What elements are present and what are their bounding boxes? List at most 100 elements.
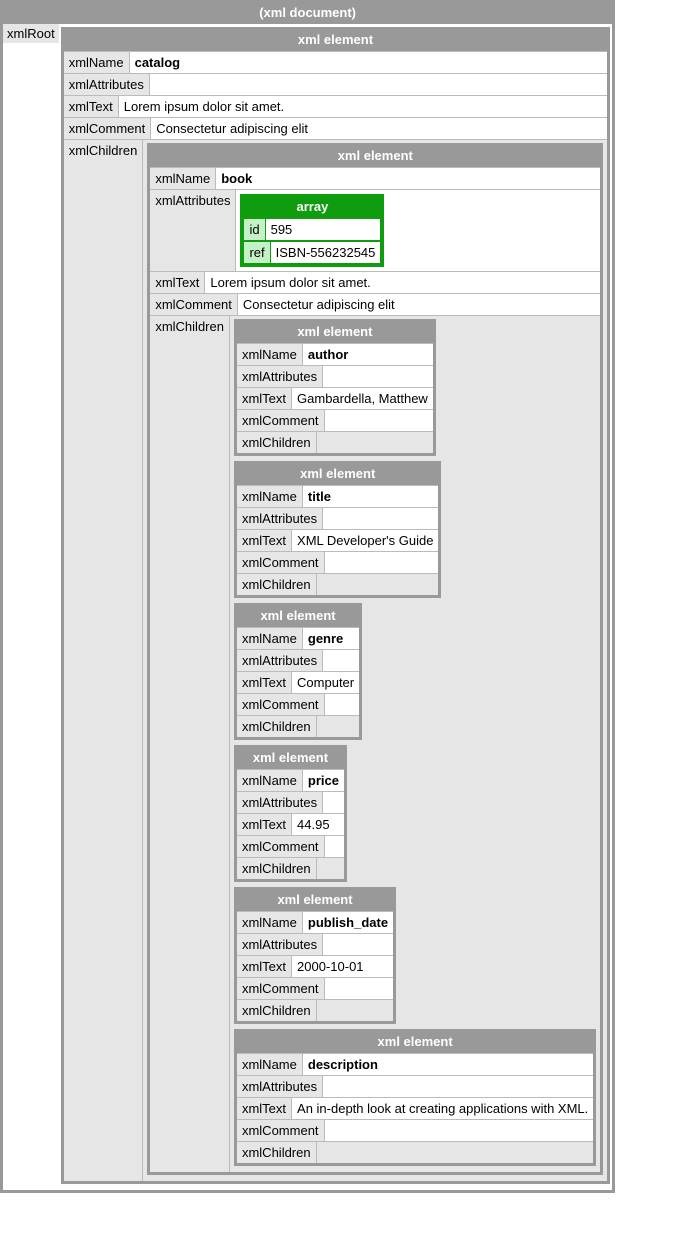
field-label: xmlText: [237, 388, 292, 409]
attr-row: id 595: [243, 218, 381, 241]
catalog-text: Lorem ipsum dolor sit amet.: [119, 96, 608, 117]
leaf-attributes: [323, 792, 344, 813]
field-label: xmlText: [150, 272, 205, 293]
field-label: xmlChildren: [237, 1142, 317, 1163]
field-label: xmlText: [237, 956, 292, 977]
leaf-children: [317, 574, 439, 595]
xml-element-leaf: xml elementxmlNamepricexmlAttributesxmlT…: [234, 745, 347, 882]
field-label: xmlText: [237, 1098, 292, 1119]
xml-element-leaf: xml elementxmlNameauthorxmlAttributesxml…: [234, 319, 436, 456]
field-label: xmlComment: [64, 118, 152, 139]
xml-element-leaf: xml elementxmlNamegenrexmlAttributesxmlT…: [234, 603, 362, 740]
book-text: Lorem ipsum dolor sit amet.: [205, 272, 600, 293]
xml-element-header: xml element: [237, 322, 433, 343]
attr-value: 595: [265, 218, 382, 241]
field-label: xmlComment: [237, 410, 325, 431]
leaf-comment: [325, 694, 360, 715]
field-label: xmlName: [64, 52, 130, 73]
leaf-comment: [325, 410, 433, 431]
xml-root-label: xmlRoot: [3, 24, 59, 43]
leaf-name: genre: [303, 628, 359, 649]
field-label: xmlAttributes: [150, 190, 236, 271]
xml-element-header: xml element: [64, 30, 608, 51]
leaf-text: 44.95: [292, 814, 344, 835]
leaf-text: XML Developer's Guide: [292, 530, 438, 551]
field-label: xmlComment: [237, 978, 325, 999]
field-label: xmlComment: [150, 294, 238, 315]
leaf-comment: [325, 836, 344, 857]
attr-row: ref ISBN-556232545: [243, 241, 381, 264]
leaf-comment: [325, 1120, 594, 1141]
attr-key: id: [243, 218, 264, 241]
attr-key: ref: [243, 241, 269, 264]
xml-element-header: xml element: [237, 890, 393, 911]
field-label: xmlComment: [237, 1120, 325, 1141]
field-label: xmlAttributes: [237, 366, 323, 387]
field-label: xmlText: [64, 96, 119, 117]
field-label: xmlComment: [237, 694, 325, 715]
field-label: xmlAttributes: [237, 650, 323, 671]
field-label: xmlChildren: [237, 858, 317, 879]
field-label: xmlChildren: [237, 574, 317, 595]
field-label: xmlText: [237, 814, 292, 835]
book-name: book: [216, 168, 600, 189]
xml-element-header: xml element: [237, 1032, 593, 1053]
xml-element-header: xml element: [237, 606, 359, 627]
field-label: xmlName: [237, 912, 303, 933]
leaf-text: Computer: [292, 672, 359, 693]
field-label: xmlName: [237, 1054, 303, 1075]
leaf-children: [317, 432, 433, 453]
leaf-attributes: [323, 650, 359, 671]
xml-element-book: xml element xmlName book xmlAttributes a…: [147, 143, 603, 1175]
xml-element-header: xml element: [237, 748, 344, 769]
leaf-name: price: [303, 770, 344, 791]
leaf-comment: [325, 552, 439, 573]
leaf-children: [317, 858, 344, 879]
field-label: xmlText: [237, 530, 292, 551]
leaf-text: 2000-10-01: [292, 956, 393, 977]
field-label: xmlName: [237, 770, 303, 791]
leaf-comment: [325, 978, 394, 999]
field-label: xmlName: [237, 628, 303, 649]
leaf-name: description: [303, 1054, 593, 1075]
leaf-attributes: [323, 934, 393, 955]
field-label: xmlAttributes: [237, 508, 323, 529]
xml-element-leaf: xml elementxmlNamepublish_datexmlAttribu…: [234, 887, 396, 1024]
field-label: xmlComment: [237, 552, 325, 573]
field-label: xmlAttributes: [237, 792, 323, 813]
field-label: xmlChildren: [237, 432, 317, 453]
field-label: xmlAttributes: [237, 934, 323, 955]
field-label: xmlChildren: [237, 716, 317, 737]
field-label: xmlChildren: [64, 140, 144, 1181]
leaf-name: author: [303, 344, 433, 365]
field-label: xmlAttributes: [64, 74, 150, 95]
field-label: xmlName: [237, 344, 303, 365]
leaf-name: publish_date: [303, 912, 393, 933]
leaf-name: title: [303, 486, 439, 507]
catalog-attributes: [150, 74, 607, 95]
xml-element-header: xml element: [150, 146, 600, 167]
attr-value: ISBN-556232545: [270, 241, 382, 264]
leaf-attributes: [323, 366, 433, 387]
field-label: xmlName: [237, 486, 303, 507]
leaf-text: An in-depth look at creating application…: [292, 1098, 593, 1119]
xml-element-catalog: xml element xmlName catalog xmlAttribute…: [61, 27, 611, 1184]
field-label: xmlChildren: [150, 316, 230, 1172]
catalog-name: catalog: [130, 52, 608, 73]
field-label: xmlName: [150, 168, 216, 189]
xml-element-leaf: xml elementxmlNamedescriptionxmlAttribut…: [234, 1029, 596, 1166]
xml-document-header: (xml document): [3, 3, 612, 24]
field-label: xmlAttributes: [237, 1076, 323, 1097]
leaf-text: Gambardella, Matthew: [292, 388, 433, 409]
leaf-children: [317, 716, 360, 737]
field-label: xmlChildren: [237, 1000, 317, 1021]
leaf-attributes: [323, 508, 438, 529]
array-header: array: [243, 197, 381, 218]
field-label: xmlComment: [237, 836, 325, 857]
leaf-attributes: [323, 1076, 593, 1097]
xml-element-leaf: xml elementxmlNametitlexmlAttributesxmlT…: [234, 461, 441, 598]
catalog-comment: Consectetur adipiscing elit: [151, 118, 607, 139]
field-label: xmlText: [237, 672, 292, 693]
book-comment: Consectetur adipiscing elit: [238, 294, 600, 315]
leaf-children: [317, 1000, 393, 1021]
